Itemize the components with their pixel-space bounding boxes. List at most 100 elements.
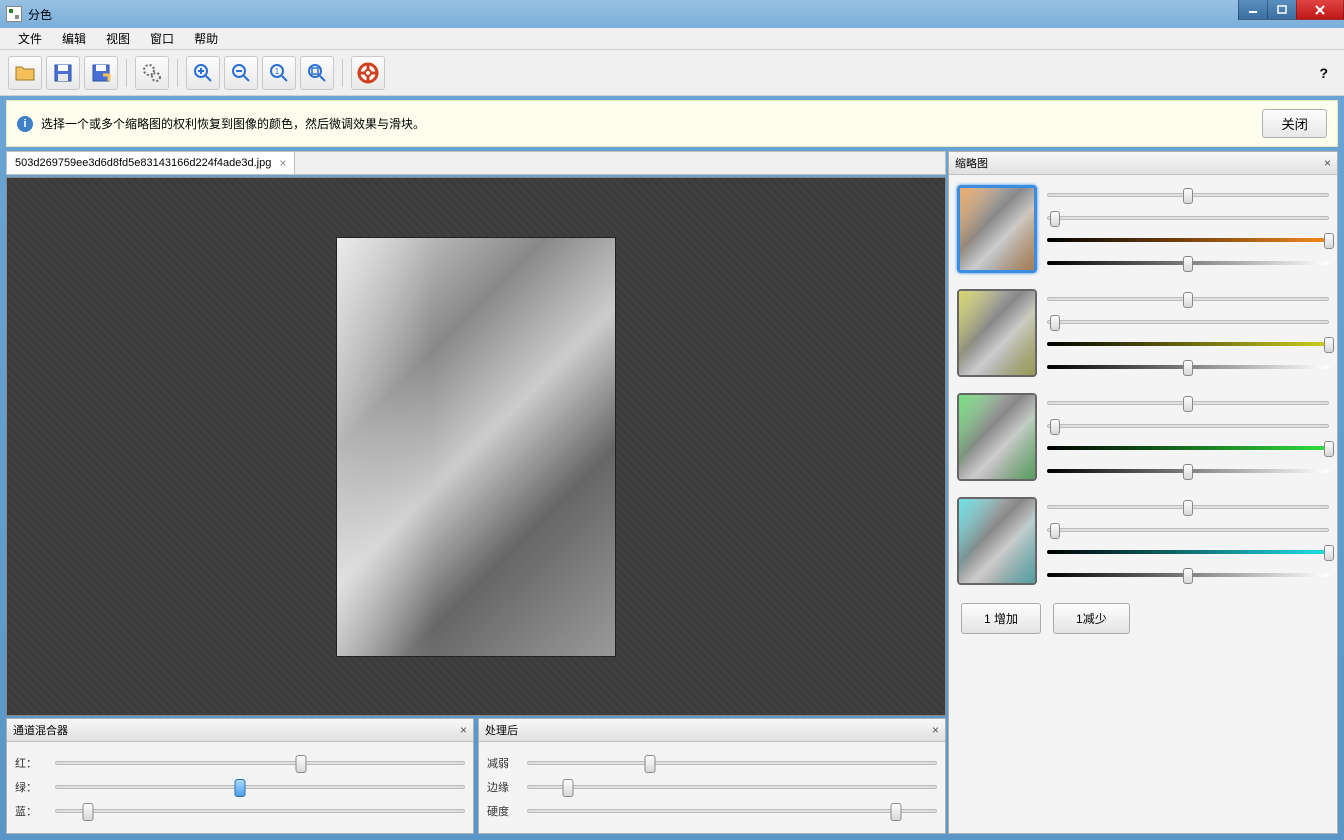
info-bar: i 选择一个或多个缩略图的权利恢复到图像的颜色，然后微调效果与滑块。 关闭 <box>6 100 1338 147</box>
left-column: 503d269759ee3d6d8fd5e83143166d224f4ade3d… <box>6 151 946 834</box>
menu-edit[interactable]: 编辑 <box>52 27 96 50</box>
svg-text:1: 1 <box>275 67 280 76</box>
thumbnail-row <box>957 289 1329 377</box>
slider[interactable] <box>527 802 937 820</box>
remove-button[interactable]: 1减少 <box>1053 603 1130 634</box>
info-close-button[interactable]: 关闭 <box>1262 109 1327 138</box>
mini-slider[interactable] <box>1047 292 1329 306</box>
add-button[interactable]: 1 增加 <box>961 603 1041 634</box>
slider[interactable] <box>527 754 937 772</box>
canvas[interactable] <box>6 177 946 716</box>
help-icon[interactable]: ? <box>1319 65 1336 81</box>
slider[interactable] <box>55 754 465 772</box>
zoom-fit-button[interactable] <box>300 56 334 90</box>
slider-row: 蓝： <box>15 802 465 820</box>
panel-close-icon[interactable]: × <box>932 723 939 737</box>
titlebar[interactable]: 分色 <box>0 0 1344 28</box>
zoom-in-button[interactable] <box>186 56 220 90</box>
mini-slider[interactable] <box>1047 337 1329 351</box>
thumbnail-image[interactable] <box>957 185 1037 273</box>
mini-slider[interactable] <box>1047 523 1329 537</box>
panel-header[interactable]: 通道混合器 × <box>7 719 473 742</box>
mini-slider[interactable] <box>1047 396 1329 410</box>
thumbnail-sliders <box>1047 497 1329 585</box>
app-window: 分色 文件 编辑 视图 窗口 帮助 1 ? i 选择一个或多个缩略图的权利恢复到… <box>0 0 1344 840</box>
panel-close-icon[interactable]: × <box>460 723 467 737</box>
help-button[interactable] <box>351 56 385 90</box>
thumbnail-row <box>957 393 1329 481</box>
bottom-panels: 通道混合器 × 红： 绿： 蓝： 处理后 × 减弱边缘硬度 <box>6 718 946 834</box>
mini-slider[interactable] <box>1047 315 1329 329</box>
mini-slider[interactable] <box>1047 500 1329 514</box>
panel-body: 减弱边缘硬度 <box>479 742 945 832</box>
content-area: 503d269759ee3d6d8fd5e83143166d224f4ade3d… <box>6 151 1338 834</box>
toolbar-separator <box>126 59 127 87</box>
slider-label: 减弱 <box>487 755 521 771</box>
panel-body: 红： 绿： 蓝： <box>7 742 473 832</box>
save-button[interactable] <box>46 56 80 90</box>
thumbnail-row <box>957 497 1329 585</box>
image-placeholder <box>336 237 616 657</box>
panel-header[interactable]: 缩略图 × <box>949 152 1337 175</box>
slider[interactable] <box>55 778 465 796</box>
mini-slider[interactable] <box>1047 360 1329 374</box>
thumbnail-sliders <box>1047 393 1329 481</box>
panel-close-icon[interactable]: × <box>1324 156 1331 170</box>
settings-button[interactable] <box>135 56 169 90</box>
mini-slider[interactable] <box>1047 568 1329 582</box>
thumbnail-sliders <box>1047 185 1329 273</box>
panel-title: 缩略图 <box>955 155 988 171</box>
info-icon: i <box>17 116 33 132</box>
toolbar: 1 ? <box>0 50 1344 96</box>
zoom-out-button[interactable] <box>224 56 258 90</box>
save-as-button[interactable] <box>84 56 118 90</box>
slider[interactable] <box>55 802 465 820</box>
close-button[interactable] <box>1296 0 1344 20</box>
menu-help[interactable]: 帮助 <box>184 27 228 50</box>
info-text: 选择一个或多个缩略图的权利恢复到图像的颜色，然后微调效果与滑块。 <box>41 115 425 132</box>
thumbnail-list <box>949 175 1337 595</box>
slider-label: 红： <box>15 755 49 771</box>
thumbnail-image[interactable] <box>957 393 1037 481</box>
menu-window[interactable]: 窗口 <box>140 27 184 50</box>
menu-file[interactable]: 文件 <box>8 27 52 50</box>
mini-slider[interactable] <box>1047 188 1329 202</box>
tab-filename: 503d269759ee3d6d8fd5e83143166d224f4ade3d… <box>15 157 271 169</box>
channel-mixer-panel: 通道混合器 × 红： 绿： 蓝： <box>6 718 474 834</box>
post-process-panel: 处理后 × 减弱边缘硬度 <box>478 718 946 834</box>
mini-slider[interactable] <box>1047 464 1329 478</box>
slider-row: 减弱 <box>487 754 937 772</box>
mini-slider[interactable] <box>1047 419 1329 433</box>
open-button[interactable] <box>8 56 42 90</box>
thumbnail-row <box>957 185 1329 273</box>
tab-close-icon[interactable]: × <box>279 156 286 170</box>
slider-row: 边缘 <box>487 778 937 796</box>
slider-label: 蓝： <box>15 803 49 819</box>
minimize-button[interactable] <box>1238 0 1268 20</box>
document-tab[interactable]: 503d269759ee3d6d8fd5e83143166d224f4ade3d… <box>7 152 295 174</box>
mini-slider[interactable] <box>1047 211 1329 225</box>
mini-slider[interactable] <box>1047 233 1329 247</box>
panel-title: 通道混合器 <box>13 722 68 738</box>
thumbnail-image[interactable] <box>957 289 1037 377</box>
slider-label: 绿： <box>15 779 49 795</box>
slider[interactable] <box>527 778 937 796</box>
thumbnail-buttons: 1 增加 1减少 <box>949 595 1337 642</box>
mini-slider[interactable] <box>1047 441 1329 455</box>
slider-row: 红： <box>15 754 465 772</box>
toolbar-separator <box>177 59 178 87</box>
document-tabs: 503d269759ee3d6d8fd5e83143166d224f4ade3d… <box>6 151 946 175</box>
mini-slider[interactable] <box>1047 256 1329 270</box>
maximize-button[interactable] <box>1267 0 1297 20</box>
panel-header[interactable]: 处理后 × <box>479 719 945 742</box>
menu-view[interactable]: 视图 <box>96 27 140 50</box>
slider-row: 硬度 <box>487 802 937 820</box>
thumbnails-panel: 缩略图 × 1 增加 1减少 <box>948 151 1338 834</box>
toolbar-separator <box>342 59 343 87</box>
window-controls <box>1239 0 1344 20</box>
zoom-actual-button[interactable]: 1 <box>262 56 296 90</box>
slider-row: 绿： <box>15 778 465 796</box>
menubar: 文件 编辑 视图 窗口 帮助 <box>0 28 1344 50</box>
mini-slider[interactable] <box>1047 545 1329 559</box>
thumbnail-image[interactable] <box>957 497 1037 585</box>
